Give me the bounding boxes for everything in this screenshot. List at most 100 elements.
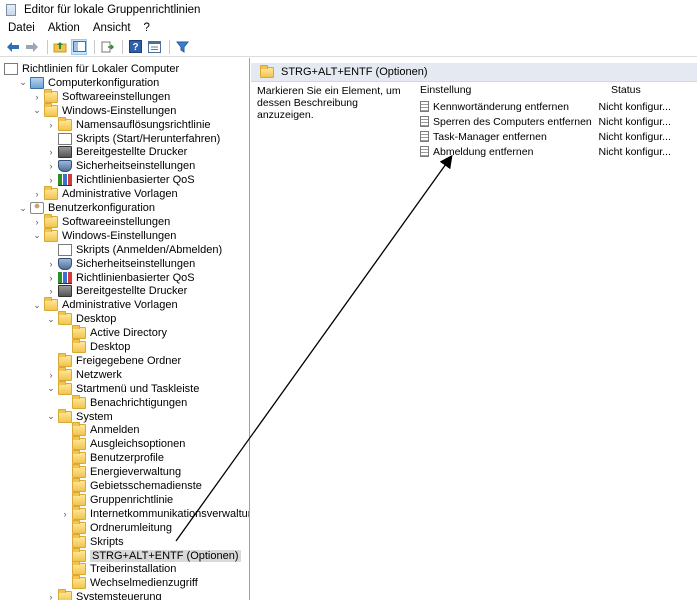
tree-pane[interactable]: Richtlinien für Lokaler Computer ⌄ Compute… bbox=[0, 58, 250, 600]
tree-item[interactable]: Benachrichtigungen bbox=[60, 394, 187, 410]
filter-icon[interactable] bbox=[174, 39, 190, 55]
tree-item[interactable]: Skripts bbox=[60, 533, 124, 549]
chevron-down-icon[interactable]: ⌄ bbox=[32, 230, 42, 241]
chevron-down-icon[interactable]: ⌄ bbox=[18, 77, 28, 88]
table-row[interactable]: Kennwortänderung entfernen Nicht konfigu… bbox=[418, 99, 697, 114]
tree-item[interactable]: Desktop bbox=[60, 339, 130, 354]
chevron-down-icon[interactable]: ⌄ bbox=[32, 300, 42, 310]
tree-item[interactable]: Anmelden bbox=[60, 422, 140, 437]
tree-item-label: Benutzerprofile bbox=[90, 452, 164, 465]
tree-item[interactable]: ⌄ Startmenü und Taskleiste bbox=[46, 380, 199, 396]
chevron-right-icon[interactable]: › bbox=[46, 147, 56, 157]
menu-ansicht[interactable]: Ansicht bbox=[93, 22, 131, 34]
tree-item[interactable]: Wechselmedienzugriff bbox=[60, 575, 198, 590]
chevron-right-icon[interactable]: › bbox=[32, 92, 42, 102]
tree-item[interactable]: › Sicherheitseinstellungen bbox=[46, 257, 195, 271]
folder-icon bbox=[44, 213, 58, 228]
up-folder-icon[interactable] bbox=[52, 39, 68, 55]
tree-item[interactable]: Gruppenrichtlinie bbox=[60, 491, 173, 507]
tree-item[interactable]: ⌄ System bbox=[46, 408, 113, 424]
tree-item[interactable]: Treiberinstallation bbox=[60, 561, 176, 576]
table-row[interactable]: Task-Manager entfernen Nicht konfigur... bbox=[418, 129, 697, 144]
tree-item[interactable]: ⌄ Computerkonfiguration bbox=[18, 76, 159, 90]
details-pane: STRG+ALT+ENTF (Optionen) Markieren Sie e… bbox=[251, 58, 697, 600]
toolbar: ? bbox=[0, 37, 697, 57]
tree-item-label: Softwareeinstellungen bbox=[62, 90, 171, 103]
tree-item[interactable]: › Systemsteuerung bbox=[46, 589, 162, 600]
tree-item[interactable]: Skripts (Anmelden/Abmelden) bbox=[46, 243, 222, 257]
tree-item[interactable]: › Namensauflösungsrichtlinie bbox=[46, 116, 211, 132]
tree-item[interactable]: Richtlinien für Lokaler Computer bbox=[4, 62, 179, 76]
forward-arrow-icon[interactable] bbox=[24, 39, 40, 55]
tree-item[interactable]: Ausgleichsoptionen bbox=[60, 436, 186, 451]
chevron-down-icon[interactable]: ⌄ bbox=[32, 105, 42, 116]
tree-item[interactable]: › Internetkommunikationsverwaltung bbox=[60, 505, 249, 521]
chevron-down-icon[interactable]: ⌄ bbox=[18, 203, 28, 213]
tree-item[interactable]: STRG+ALT+ENTF (Optionen) bbox=[60, 547, 241, 563]
chevron-right-icon[interactable]: › bbox=[60, 509, 70, 519]
chevron-right-icon[interactable]: › bbox=[46, 370, 56, 380]
tree-item[interactable]: Gebietsschemadienste bbox=[60, 478, 202, 493]
policy-icon bbox=[58, 132, 72, 145]
tree-item[interactable]: ⌄ Windows-Einstellungen bbox=[32, 227, 177, 243]
tree-item[interactable]: ⌄ Windows-Einstellungen bbox=[32, 102, 176, 118]
tree-item[interactable]: › Softwareeinstellungen bbox=[32, 213, 170, 229]
tree-item[interactable]: › Administrative Vorlagen bbox=[32, 186, 178, 201]
tree-item[interactable]: › Sicherheitseinstellungen bbox=[46, 159, 195, 173]
chevron-right-icon[interactable]: › bbox=[46, 259, 56, 269]
policy-setting-icon bbox=[420, 146, 429, 157]
chevron-right-icon[interactable]: › bbox=[46, 592, 56, 600]
tree-item[interactable]: › Netzwerk bbox=[46, 366, 122, 382]
tree-item[interactable]: › Richtlinienbasierter QoS bbox=[46, 173, 195, 187]
tree-item-label: Gebietsschemadienste bbox=[90, 480, 202, 492]
tree-item[interactable]: › Richtlinienbasierter QoS bbox=[46, 271, 195, 285]
shield-icon bbox=[58, 160, 72, 173]
tree-item[interactable]: Benutzerprofile bbox=[60, 450, 164, 465]
column-header-status[interactable]: Status bbox=[611, 84, 641, 98]
chevron-right-icon[interactable]: › bbox=[46, 161, 56, 171]
chevron-right-icon[interactable]: › bbox=[32, 189, 42, 199]
tree-item[interactable]: › Softwareeinstellungen bbox=[32, 88, 171, 104]
chevron-down-icon[interactable]: ⌄ bbox=[46, 411, 56, 422]
back-arrow-icon[interactable] bbox=[5, 39, 21, 55]
tree-item[interactable]: › Bereitgestellte Drucker bbox=[46, 145, 187, 159]
tree-item-label: Wechselmedienzugriff bbox=[90, 577, 198, 590]
chevron-right-icon[interactable]: › bbox=[46, 273, 56, 283]
help-icon[interactable]: ? bbox=[127, 39, 143, 55]
tree-item-label: Ausgleichsoptionen bbox=[90, 438, 186, 451]
chevron-down-icon[interactable]: ⌄ bbox=[46, 383, 56, 394]
tree-item[interactable]: ⌄ Benutzerkonfiguration bbox=[18, 201, 155, 215]
tree-item-label: Windows-Einstellungen bbox=[62, 229, 177, 242]
tree-item-label: Richtlinienbasierter QoS bbox=[76, 271, 195, 284]
chevron-right-icon[interactable]: › bbox=[46, 120, 56, 130]
tree-item[interactable]: Energieverwaltung bbox=[60, 464, 181, 479]
chevron-right-icon[interactable]: › bbox=[46, 286, 56, 296]
properties-icon[interactable] bbox=[146, 39, 162, 55]
description-text: Markieren Sie ein Element, um dessen Bes… bbox=[257, 85, 401, 121]
menu-datei[interactable]: Datei bbox=[8, 22, 35, 34]
table-row[interactable]: Sperren des Computers entfernen Nicht ko… bbox=[418, 114, 697, 129]
tree-item[interactable]: Skripts (Start/Herunterfahren) bbox=[46, 132, 220, 146]
tree-item[interactable]: ⌄ Desktop bbox=[46, 311, 116, 326]
tree-item[interactable]: Freigegebene Ordner bbox=[46, 352, 181, 368]
tree-item[interactable]: ⌄ Administrative Vorlagen bbox=[32, 297, 178, 312]
tree-item-label: Richtlinienbasierter QoS bbox=[76, 174, 195, 187]
chevron-right-icon[interactable]: › bbox=[46, 175, 56, 185]
chevron-down-icon[interactable]: ⌄ bbox=[46, 314, 56, 324]
export-list-icon[interactable] bbox=[99, 39, 115, 55]
show-hide-tree-icon[interactable] bbox=[71, 38, 87, 55]
table-row[interactable]: Abmeldung entfernen Nicht konfigur... bbox=[418, 144, 697, 159]
column-header-setting[interactable]: Einstellung bbox=[420, 84, 471, 98]
tree-item[interactable]: › Bereitgestellte Drucker bbox=[46, 284, 187, 298]
tree-item[interactable]: Ordnerumleitung bbox=[60, 519, 172, 535]
folder-icon bbox=[58, 366, 72, 381]
tree-item-label: Bereitgestellte Drucker bbox=[76, 285, 188, 298]
chevron-right-icon[interactable]: › bbox=[32, 217, 42, 227]
menu-help[interactable]: ? bbox=[144, 22, 150, 34]
tree-item[interactable]: Active Directory bbox=[60, 325, 167, 340]
menu-aktion[interactable]: Aktion bbox=[48, 22, 80, 34]
